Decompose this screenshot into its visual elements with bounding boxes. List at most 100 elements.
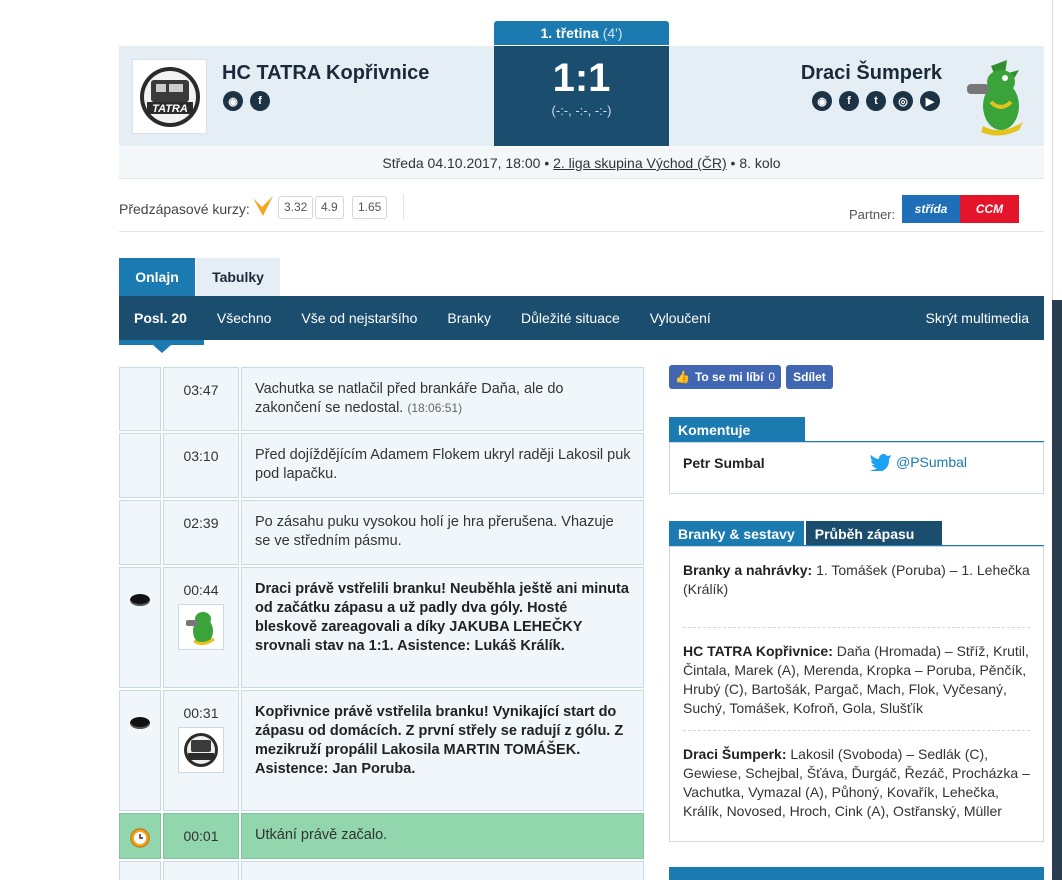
feed-icon-cell bbox=[119, 567, 161, 688]
tab-match-progress[interactable]: Průběh zápasu bbox=[805, 521, 942, 547]
facebook-buttons: 👍 To se mi líbí 0 Sdílet bbox=[669, 365, 1044, 389]
feed-text: Vachutka se natlačil před brankáře Daňa,… bbox=[241, 367, 644, 431]
active-filter-arrow bbox=[153, 345, 171, 353]
youtube-icon[interactable]: ▶ bbox=[920, 91, 940, 111]
feed-item-start: 00:01 Utkání právě začalo. bbox=[119, 813, 646, 859]
match-page: 1. třetina (4') TATRA HC TATRA Kopřivnic… bbox=[119, 0, 1044, 880]
away-social-links: ◉ f t ◎ ▶ bbox=[812, 91, 940, 111]
svg-text:TATRA: TATRA bbox=[152, 103, 188, 115]
commentator-twitter-link[interactable]: @PSumbal bbox=[870, 453, 967, 471]
feed-time: 00:01 bbox=[163, 813, 239, 859]
odd-away[interactable]: 1.65 bbox=[352, 196, 388, 219]
filter-all[interactable]: Všechno bbox=[202, 310, 286, 326]
feed-item bbox=[119, 861, 646, 880]
away-lineup-label: Draci Šumperk: bbox=[683, 746, 787, 762]
feed-item: 03:10 Před dojíždějícím Adamem Flokem uk… bbox=[119, 433, 646, 498]
away-lineup: Draci Šumperk: Lakosil (Svoboda) – Sedlá… bbox=[683, 745, 1030, 833]
feed-message: Po zásahu puku vysokou holí je hra přeru… bbox=[241, 500, 644, 565]
facebook-icon[interactable]: f bbox=[839, 91, 859, 111]
commentator-name: Petr Sumbal bbox=[683, 455, 765, 471]
commentator-tabs: Komentuje bbox=[669, 417, 805, 443]
odds-bar: Předzápasové kurzy: 3.32 4.9 1.65 Partne… bbox=[119, 194, 1044, 232]
home-team-name[interactable]: HC TATRA Kopřivnice bbox=[222, 62, 429, 85]
lineups-panel: Branky a nahrávky: 1. Tomášek (Poruba) –… bbox=[669, 546, 1044, 842]
feed-time: 00:44 bbox=[183, 582, 219, 598]
facebook-like-button[interactable]: 👍 To se mi líbí 0 bbox=[669, 365, 782, 389]
sidebar: 👍 To se mi líbí 0 Sdílet Komentuje Petr … bbox=[669, 365, 1044, 842]
score-box: 1:1 (-:-, -:-, -:-) bbox=[494, 46, 669, 146]
home-lineup: HC TATRA Kopřivnice: Daňa (Hromada) – St… bbox=[683, 642, 1030, 730]
score-value: 1:1 bbox=[552, 56, 611, 100]
bookmaker-check-icon[interactable] bbox=[251, 194, 275, 225]
puck-icon bbox=[130, 594, 150, 606]
tab-tables[interactable]: Tabulky bbox=[196, 258, 280, 296]
odds-label: Předzápasové kurzy: bbox=[119, 201, 250, 217]
goals-label: Branky a nahrávky: bbox=[683, 562, 813, 578]
feed-time-cell: 00:44 bbox=[163, 567, 239, 688]
feed-time: 03:10 bbox=[163, 433, 239, 498]
match-date: Středa 04.10.2017, 18:00 • bbox=[382, 155, 550, 171]
feed-timestamp: (18:06:51) bbox=[407, 401, 463, 415]
away-team-logo[interactable] bbox=[961, 56, 1031, 136]
league-link[interactable]: 2. liga skupina Východ (ČR) bbox=[553, 155, 727, 171]
tab-online[interactable]: Onlajn bbox=[119, 258, 195, 296]
match-info-bar: Středa 04.10.2017, 18:00 • 2. liga skupi… bbox=[119, 147, 1044, 179]
lineup-tabs: Branky & sestavy Průběh zápasu bbox=[669, 521, 942, 547]
feed-icon-cell bbox=[119, 690, 161, 811]
facebook-share-button[interactable]: Sdílet bbox=[786, 365, 833, 389]
period-tab: 1. třetina (4') bbox=[494, 21, 669, 45]
feed-message: Kopřivnice právě vstřelila branku! Vynik… bbox=[241, 690, 644, 811]
feed-time: 03:47 bbox=[163, 367, 239, 431]
tab-commentator[interactable]: Komentuje bbox=[669, 417, 805, 443]
odd-home[interactable]: 3.32 bbox=[278, 196, 314, 219]
instagram-icon[interactable]: ◎ bbox=[893, 91, 913, 111]
globe-icon[interactable]: ◉ bbox=[223, 91, 243, 111]
hide-multimedia-toggle[interactable]: Skrýt multimedia bbox=[911, 310, 1044, 326]
right-edge-panel bbox=[1052, 0, 1062, 880]
partner-logo[interactable]: střída CCM bbox=[902, 195, 1019, 223]
odd-draw[interactable]: 4.9 bbox=[315, 196, 344, 219]
facebook-icon[interactable]: f bbox=[250, 91, 270, 111]
twitter-bird-icon bbox=[870, 453, 891, 471]
feed-time-cell: 00:31 bbox=[163, 690, 239, 811]
home-team-mini-logo bbox=[178, 727, 224, 773]
like-label: To se mi líbí bbox=[694, 370, 764, 384]
home-team-logo[interactable]: TATRA bbox=[132, 59, 207, 134]
period-label: 1. třetina bbox=[540, 25, 599, 41]
divider bbox=[403, 194, 404, 220]
feed-icon-cell bbox=[119, 500, 161, 565]
clock-icon bbox=[130, 828, 150, 848]
tab-goals-lineups[interactable]: Branky & sestavy bbox=[669, 521, 804, 547]
period-scores: (-:-, -:-, -:-) bbox=[551, 103, 612, 118]
feed-message: Před dojíždějícím Adamem Flokem ukryl ra… bbox=[241, 433, 644, 498]
feed-icon-cell bbox=[119, 813, 161, 859]
twitter-icon[interactable]: t bbox=[866, 91, 886, 111]
goals-section: Branky a nahrávky: 1. Tomášek (Poruba) –… bbox=[683, 561, 1030, 627]
filter-last-20[interactable]: Posl. 20 bbox=[119, 310, 202, 326]
twitter-handle: @PSumbal bbox=[896, 454, 968, 470]
filter-oldest-first[interactable]: Vše od nejstaršího bbox=[286, 310, 432, 326]
away-team-name[interactable]: Draci Šumperk bbox=[801, 62, 942, 85]
feed-message: Utkání právě začalo. bbox=[241, 813, 644, 859]
home-social-links: ◉ f bbox=[223, 91, 270, 111]
next-panel-header bbox=[669, 867, 1044, 880]
thumbs-up-icon: 👍 bbox=[675, 370, 690, 384]
feed-item-goal: 00:31 Kopřivnice právě vstřelila branku!… bbox=[119, 690, 646, 811]
globe-icon[interactable]: ◉ bbox=[812, 91, 832, 111]
filter-goals[interactable]: Branky bbox=[432, 310, 506, 326]
feed-item: 03:47 Vachutka se natlačil před brankáře… bbox=[119, 367, 646, 431]
filter-penalties[interactable]: Vyloučení bbox=[635, 310, 726, 326]
partner-logo-left: střída bbox=[902, 195, 960, 223]
partner-label: Partner: bbox=[849, 207, 896, 222]
feed-item: 02:39 Po zásahu puku vysokou holí je hra… bbox=[119, 500, 646, 565]
match-round: • 8. kolo bbox=[730, 155, 781, 171]
puck-icon bbox=[130, 717, 150, 729]
feed-time: 02:39 bbox=[163, 500, 239, 565]
filter-key-moments[interactable]: Důležité situace bbox=[506, 310, 635, 326]
home-lineup-label: HC TATRA Kopřivnice: bbox=[683, 643, 833, 659]
feed-time: 00:31 bbox=[183, 705, 219, 721]
feed-icon-cell bbox=[119, 433, 161, 498]
like-count: 0 bbox=[768, 370, 776, 384]
commentary-feed: 03:47 Vachutka se natlačil před brankáře… bbox=[119, 367, 646, 880]
period-minute: (4') bbox=[602, 25, 623, 41]
